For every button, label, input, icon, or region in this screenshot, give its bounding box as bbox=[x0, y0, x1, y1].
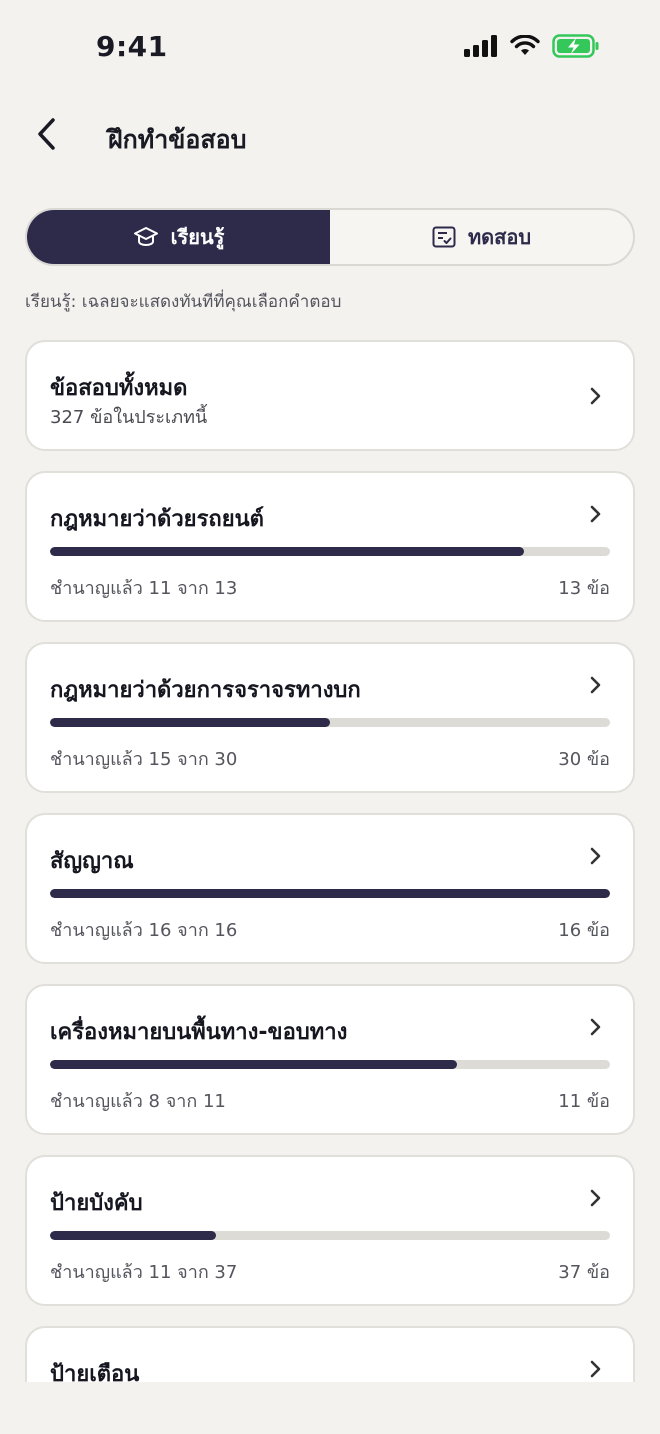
graduation-cap-icon bbox=[133, 227, 158, 247]
navigation-bar: ฝึกทำข้อสอบ bbox=[0, 96, 660, 180]
status-bar: 9:41 bbox=[0, 0, 660, 96]
question-count: 37 ข้อ bbox=[558, 1262, 610, 1283]
wifi-icon bbox=[510, 35, 540, 55]
all-questions-card[interactable]: ข้อสอบทั้งหมด 327 ข้อในประเภทนี้ bbox=[25, 340, 635, 451]
mastery-progress-bar bbox=[50, 1231, 610, 1240]
category-card[interactable]: ป้ายบังคับ ชำนาญแล้ว 11 จาก 37 37 ข้อ bbox=[25, 1155, 635, 1306]
status-icons bbox=[464, 34, 600, 58]
tab-learn-label: เรียนรู้ bbox=[170, 225, 225, 249]
category-title: กฎหมายว่าด้วยการจราจรทางบก bbox=[50, 678, 361, 703]
chevron-right-icon bbox=[590, 387, 601, 405]
category-card[interactable]: กฎหมายว่าด้วยรถยนต์ ชำนาญแล้ว 11 จาก 13 … bbox=[25, 471, 635, 622]
chevron-right-icon bbox=[590, 1018, 601, 1036]
mode-segmented-control: เรียนรู้ ทดสอบ bbox=[25, 208, 635, 266]
chevron-right-icon bbox=[590, 1360, 601, 1378]
category-title: กฎหมายว่าด้วยรถยนต์ bbox=[50, 507, 264, 532]
mastery-progress-bar bbox=[50, 889, 610, 898]
all-questions-subtitle: 327 ข้อในประเภทนี้ bbox=[50, 407, 208, 428]
mastery-text: ชำนาญแล้ว 11 จาก 13 bbox=[50, 578, 238, 599]
tab-test-label: ทดสอบ bbox=[467, 225, 532, 249]
question-count: 11 ข้อ bbox=[558, 1091, 610, 1112]
mastery-text: ชำนาญแล้ว 15 จาก 30 bbox=[50, 749, 238, 770]
category-title: ป้ายบังคับ bbox=[50, 1191, 143, 1216]
chevron-right-icon bbox=[590, 676, 601, 694]
question-count: 13 ข้อ bbox=[558, 578, 610, 599]
cellular-signal-icon bbox=[464, 35, 497, 57]
checklist-icon bbox=[432, 226, 456, 248]
tab-test[interactable]: ทดสอบ bbox=[330, 210, 633, 264]
category-card[interactable]: สัญญาณ ชำนาญแล้ว 16 จาก 16 16 ข้อ bbox=[25, 813, 635, 964]
back-button[interactable] bbox=[26, 114, 66, 154]
chevron-left-icon bbox=[38, 118, 55, 150]
status-time: 9:41 bbox=[96, 30, 168, 63]
chevron-right-icon bbox=[590, 505, 601, 523]
chevron-right-icon bbox=[590, 1189, 601, 1207]
chevron-right-icon bbox=[590, 847, 601, 865]
question-count: 30 ข้อ bbox=[558, 749, 610, 770]
all-questions-title: ข้อสอบทั้งหมด bbox=[50, 376, 188, 401]
tab-learn[interactable]: เรียนรู้ bbox=[27, 210, 330, 264]
category-card[interactable]: เครื่องหมายบนพื้นทาง-ขอบทาง ชำนาญแล้ว 8 … bbox=[25, 984, 635, 1135]
mastery-progress-bar bbox=[50, 1060, 610, 1069]
mastery-progress-bar bbox=[50, 718, 610, 727]
mastery-text: ชำนาญแล้ว 8 จาก 11 bbox=[50, 1091, 226, 1112]
bottom-safe-area bbox=[0, 1382, 660, 1434]
category-title: เครื่องหมายบนพื้นทาง-ขอบทาง bbox=[50, 1020, 348, 1045]
mode-hint: เรียนรู้: เฉลยจะแสดงทันทีที่คุณเลือกคำตอ… bbox=[25, 292, 342, 312]
question-count: 16 ข้อ bbox=[558, 920, 610, 941]
category-title: สัญญาณ bbox=[50, 849, 134, 874]
mastery-progress-bar bbox=[50, 547, 610, 556]
mastery-text: ชำนาญแล้ว 16 จาก 16 bbox=[50, 920, 238, 941]
category-card[interactable]: กฎหมายว่าด้วยการจราจรทางบก ชำนาญแล้ว 15 … bbox=[25, 642, 635, 793]
mastery-text: ชำนาญแล้ว 11 จาก 37 bbox=[50, 1262, 238, 1283]
battery-charging-icon bbox=[552, 34, 599, 58]
page-title: ฝึกทำข้อสอบ bbox=[108, 125, 247, 154]
